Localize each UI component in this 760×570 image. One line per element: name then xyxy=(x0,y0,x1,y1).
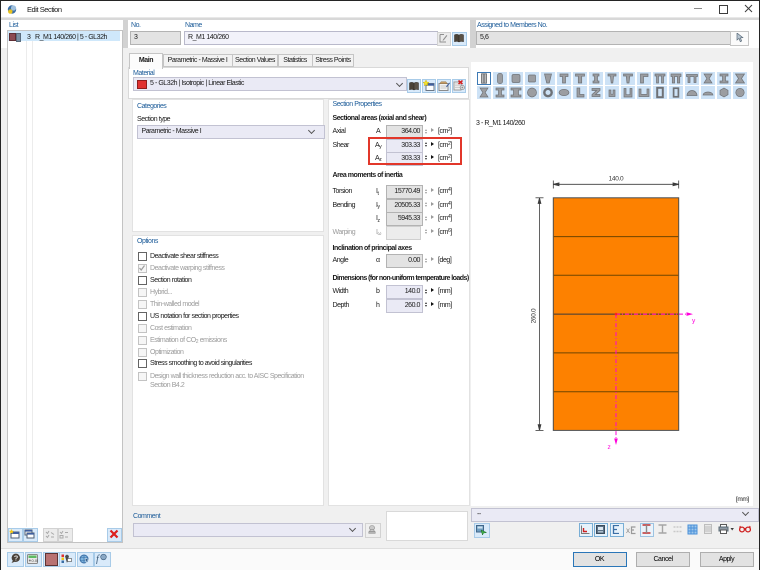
svg-text:0.00: 0.00 xyxy=(32,558,39,563)
svg-text:260.0: 260.0 xyxy=(531,308,538,323)
svg-text:z: z xyxy=(608,444,611,451)
svg-text:y: y xyxy=(692,318,696,325)
svg-text:140.0: 140.0 xyxy=(609,176,624,183)
svg-text:x: x xyxy=(626,526,630,535)
svg-text:f: f xyxy=(96,554,100,564)
svg-text:?: ? xyxy=(14,554,19,563)
